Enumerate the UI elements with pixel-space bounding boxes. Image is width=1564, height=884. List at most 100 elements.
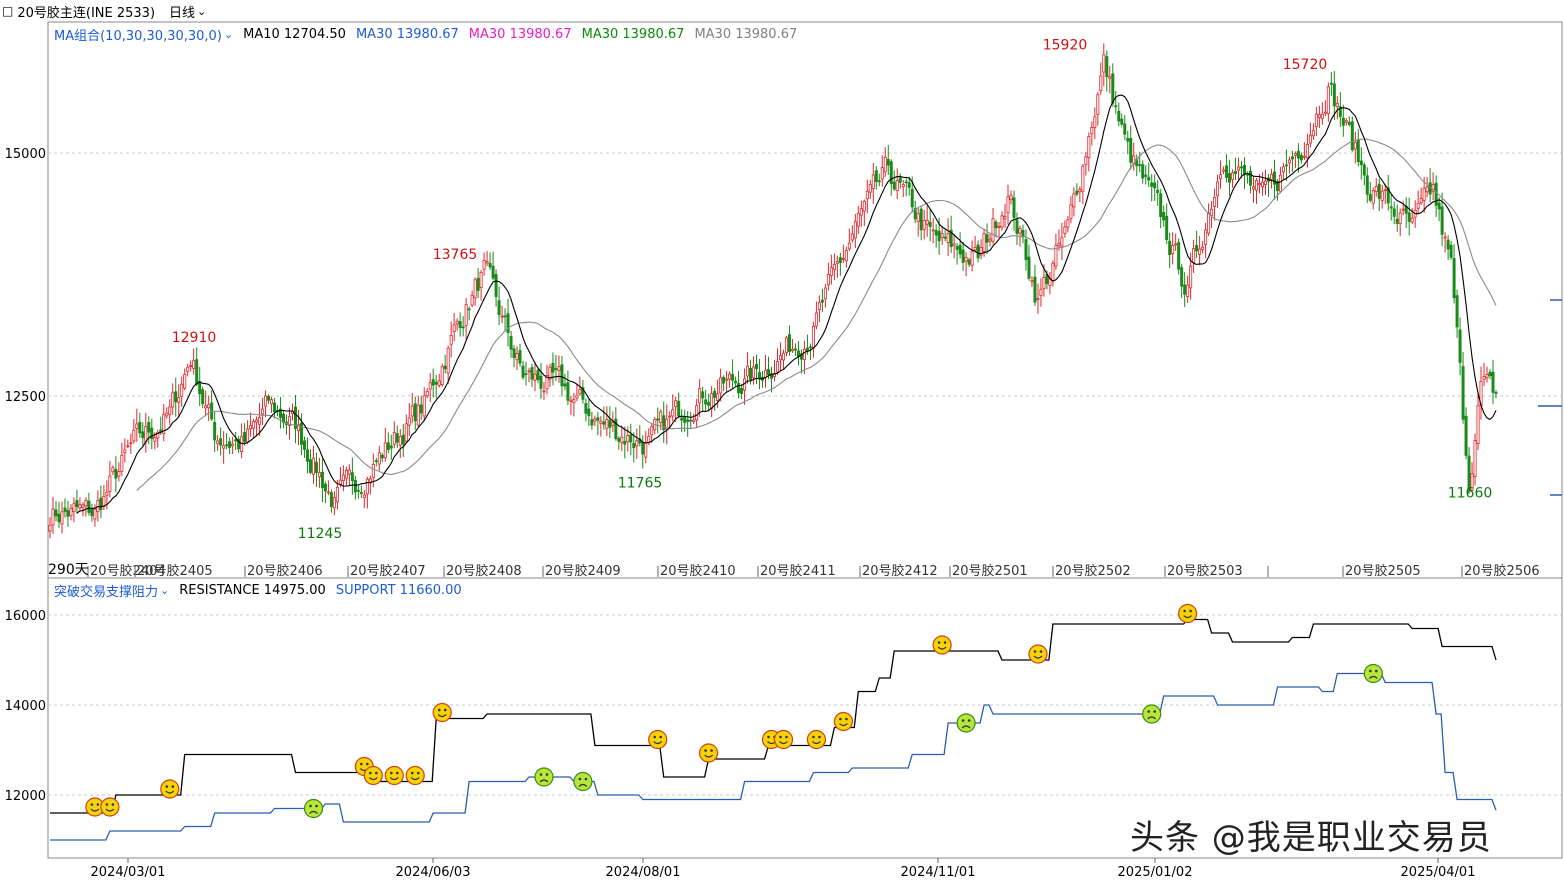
candle-body bbox=[530, 367, 534, 380]
candle-body bbox=[273, 402, 277, 413]
candle-body bbox=[117, 471, 121, 477]
candle-body bbox=[323, 483, 327, 492]
candle-body bbox=[1156, 189, 1160, 193]
candle-body bbox=[731, 374, 735, 381]
candle-body bbox=[126, 445, 130, 448]
candle-body bbox=[479, 271, 483, 288]
candle-body bbox=[539, 375, 543, 389]
candle-body bbox=[189, 364, 193, 367]
smiley-face-icon bbox=[1028, 644, 1048, 664]
candle-body bbox=[862, 200, 866, 212]
candle-body bbox=[599, 420, 603, 424]
face-eye bbox=[90, 803, 94, 806]
candle-body bbox=[1473, 440, 1477, 477]
candle-body bbox=[692, 419, 696, 422]
candle-body bbox=[267, 395, 271, 401]
candle-body bbox=[228, 441, 232, 448]
candle-body bbox=[177, 397, 181, 403]
candle-body bbox=[1464, 415, 1468, 456]
candle-body bbox=[404, 423, 408, 442]
candle-body bbox=[596, 417, 600, 421]
candle-body bbox=[383, 442, 387, 459]
candle-body bbox=[1308, 134, 1312, 144]
candle-body bbox=[1126, 137, 1130, 142]
candle-body bbox=[925, 219, 929, 225]
face-circle bbox=[384, 765, 404, 786]
candle-body bbox=[120, 454, 124, 472]
candle-body bbox=[497, 300, 501, 316]
candle-body bbox=[1461, 366, 1465, 420]
candle-body bbox=[767, 369, 771, 376]
candle-body bbox=[853, 221, 857, 239]
candle-body bbox=[1353, 141, 1357, 150]
candle-body bbox=[814, 312, 818, 327]
candle-body bbox=[174, 391, 178, 403]
candle-body bbox=[1263, 180, 1267, 185]
candle-body bbox=[443, 365, 447, 370]
face-circle bbox=[956, 713, 976, 733]
candle-body bbox=[683, 416, 687, 423]
face-eye bbox=[375, 771, 378, 775]
candle-body bbox=[1299, 154, 1303, 161]
candle-body bbox=[1117, 110, 1121, 122]
candle-body bbox=[871, 174, 875, 189]
candle-body bbox=[1057, 242, 1061, 247]
candle-body bbox=[204, 405, 208, 409]
candle-body bbox=[48, 524, 52, 532]
chart-canvas[interactable]: 1500012500 160001400012000 20号胶240420号胶2… bbox=[0, 0, 1564, 884]
candle-body bbox=[584, 403, 588, 414]
candle-body bbox=[1437, 202, 1441, 210]
face-eye bbox=[839, 717, 842, 721]
candle-body bbox=[506, 313, 510, 333]
watermark-text: 头条 @我是职业交易员 bbox=[1130, 818, 1492, 858]
candle-body bbox=[1072, 193, 1076, 208]
candle-body bbox=[93, 508, 97, 520]
candle-body bbox=[698, 388, 702, 404]
candle-body bbox=[413, 403, 417, 422]
candle-body bbox=[746, 365, 750, 377]
face-circle bbox=[534, 767, 554, 787]
date-tick-label: 2024/03/01 bbox=[91, 865, 166, 880]
candle-body bbox=[1159, 193, 1163, 218]
candle-body bbox=[629, 434, 633, 443]
candle-body bbox=[207, 404, 211, 409]
candle-body bbox=[1446, 239, 1450, 250]
candle-body bbox=[500, 315, 504, 318]
candle-body bbox=[147, 422, 151, 433]
face-circle bbox=[432, 702, 452, 723]
candle-body bbox=[1042, 277, 1046, 289]
candle-body bbox=[940, 233, 944, 238]
frown-face-icon bbox=[303, 798, 324, 819]
candle-body bbox=[1347, 121, 1351, 125]
candle-body bbox=[165, 412, 169, 417]
candle-body bbox=[210, 402, 214, 420]
face-eye bbox=[584, 777, 588, 781]
candle-body bbox=[335, 486, 339, 503]
candle-body bbox=[1323, 111, 1327, 114]
candle-body bbox=[1162, 212, 1166, 221]
candle-body bbox=[1269, 173, 1273, 180]
candle-body bbox=[171, 392, 175, 408]
candle-body bbox=[560, 364, 564, 387]
face-eye bbox=[105, 803, 109, 806]
candle-body bbox=[644, 442, 648, 458]
candle-body bbox=[395, 433, 399, 443]
face-eye bbox=[710, 749, 713, 752]
contract-label: 20号胶2503 bbox=[1167, 563, 1243, 579]
candle-body bbox=[755, 363, 759, 370]
candle-body bbox=[1296, 150, 1300, 159]
face-eye bbox=[653, 735, 656, 739]
candle-body bbox=[234, 439, 238, 442]
face-eye bbox=[818, 735, 821, 739]
face-eye bbox=[111, 803, 115, 806]
candle-body bbox=[1033, 276, 1037, 303]
candle-body bbox=[362, 494, 366, 498]
candle-body bbox=[922, 220, 926, 230]
contract-label: 20号胶2410 bbox=[660, 563, 736, 579]
candle-body bbox=[817, 302, 821, 310]
candle-body bbox=[1246, 173, 1250, 176]
candle-body bbox=[551, 362, 555, 373]
candle-body bbox=[452, 324, 456, 333]
candle-body bbox=[716, 393, 720, 402]
candle-body bbox=[805, 347, 809, 352]
